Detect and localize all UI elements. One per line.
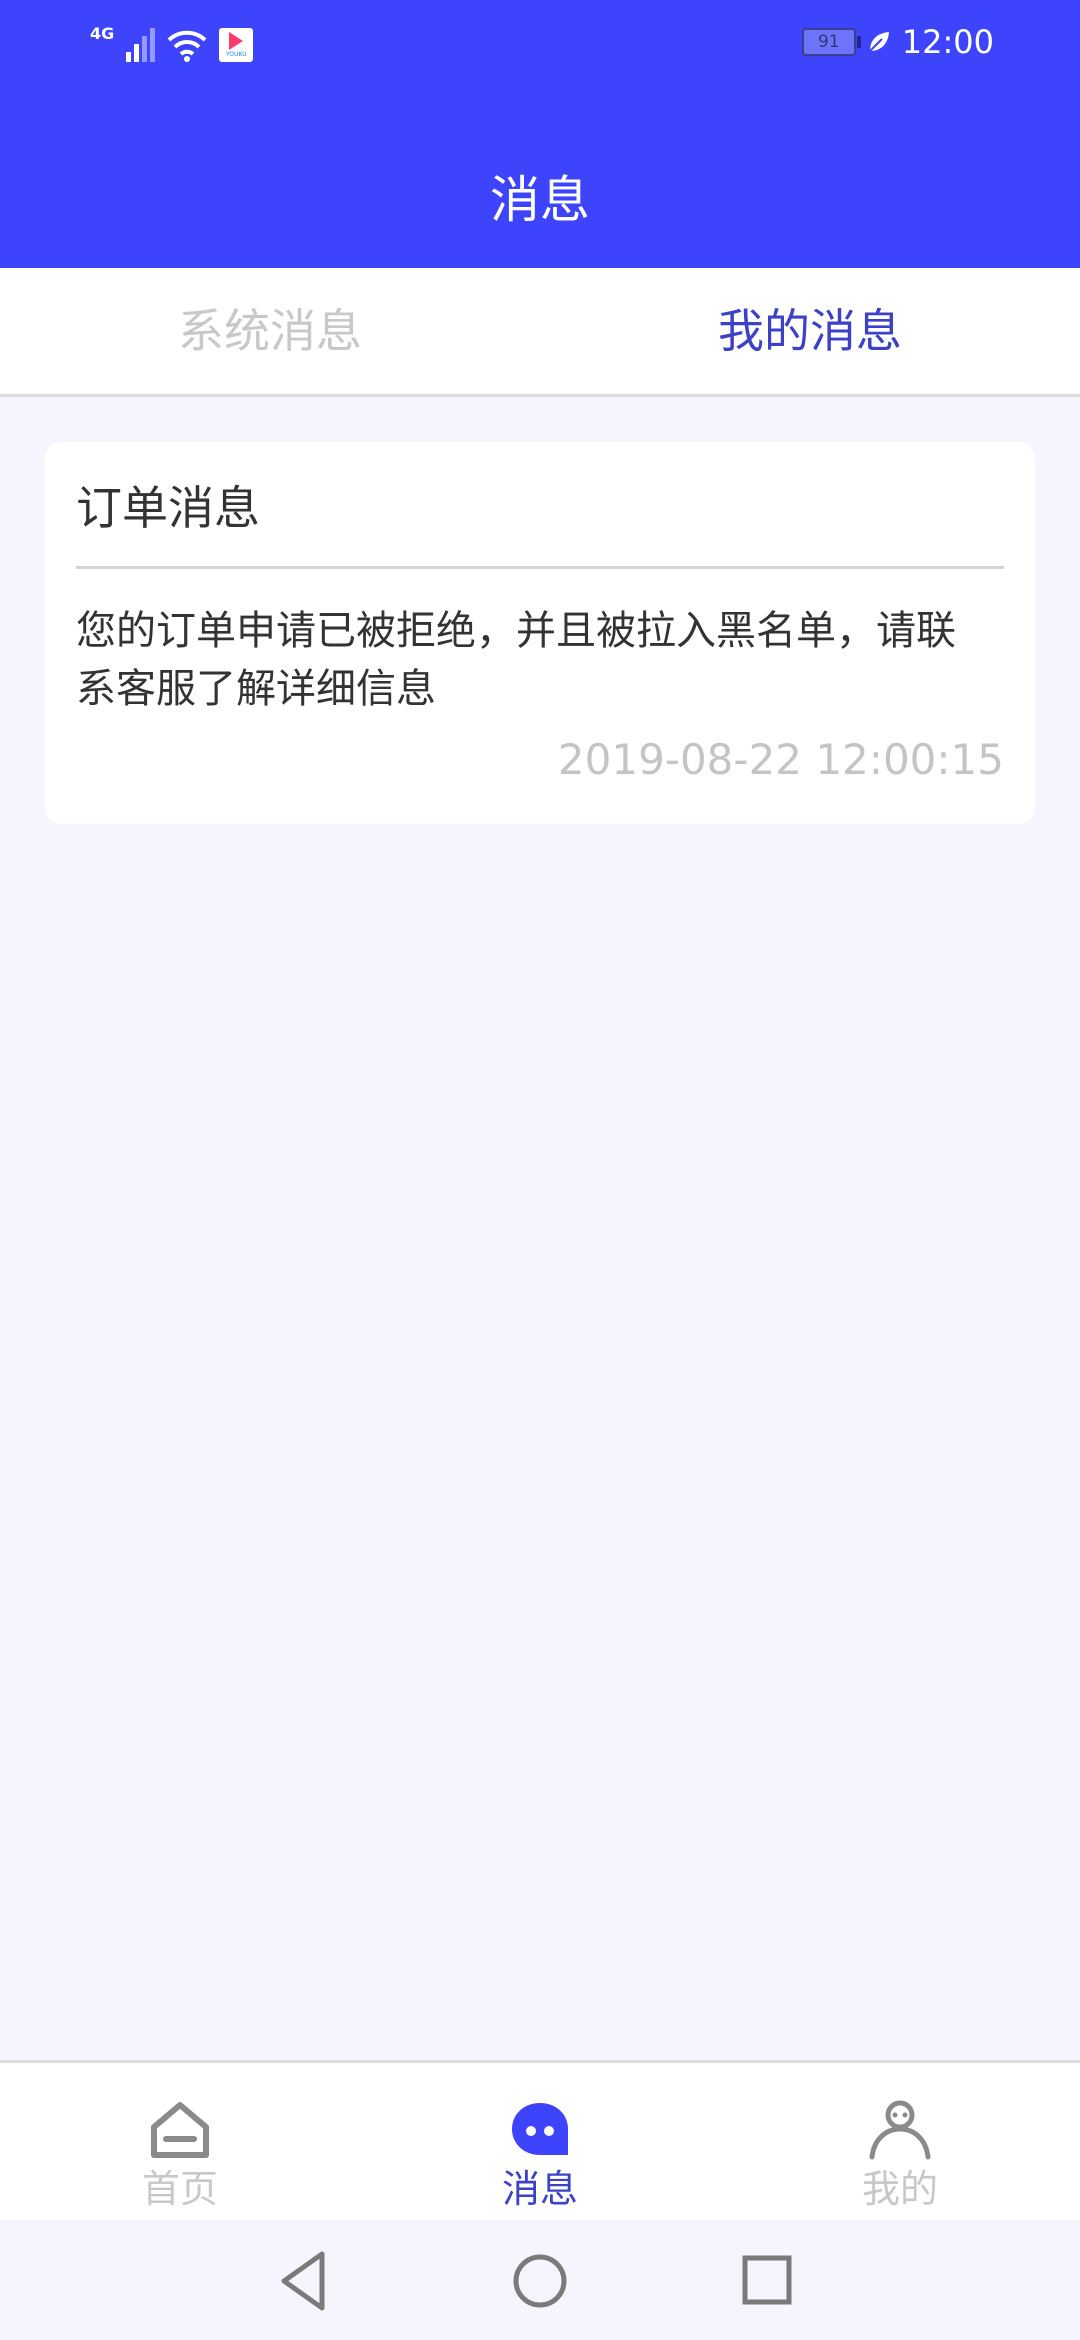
message-card[interactable]: 订单消息 您的订单申请已被拒绝，并且被拉入黑名单，请联系客服了解详细信息 201… [45,442,1035,824]
message-tabs: 系统消息 我的消息 [0,268,1080,397]
signal-icon [126,28,156,62]
home-icon [151,2102,209,2158]
home-circle-icon[interactable] [505,2246,575,2316]
message-title: 订单消息 [76,481,260,535]
system-nav-bar [0,2220,1080,2340]
status-time: 12:00 [901,23,994,61]
nav-item-profile[interactable]: 我的 [720,2063,1080,2223]
network-type: 4G [90,24,115,43]
page-title: 消息 [490,171,590,229]
back-icon[interactable] [270,2246,340,2316]
tab-my-messages[interactable]: 我的消息 [540,268,1080,394]
recents-icon[interactable] [733,2246,803,2316]
status-right: 91 12:00 [801,20,994,64]
status-left: 4G YOUKU [90,22,254,62]
message-bubble-icon [512,2103,568,2155]
status-bar: 4G YOUKU 91 12:00 [0,0,1080,84]
battery-icon: 91 [801,28,861,56]
person-icon [869,2100,931,2160]
nav-item-home[interactable]: 首页 [0,2063,360,2223]
message-body: 您的订单申请已被拒绝，并且被拉入黑名单，请联系客服了解详细信息 [76,608,956,712]
nav-item-messages[interactable]: 消息 [360,2063,720,2223]
wifi-icon [167,30,207,62]
nav-label-messages: 消息 [501,2167,578,2211]
nav-label-profile: 我的 [861,2167,938,2211]
bottom-nav: 首页 消息 我的 [0,2060,1080,2223]
nav-label-home: 首页 [141,2167,218,2211]
youku-app-icon: YOUKU [219,28,254,62]
message-timestamp: 2019-08-22 12:00:15 [557,735,1004,784]
card-divider [76,566,1004,569]
app-header: 4G YOUKU 91 12:00 消息 [0,0,1080,268]
tab-system-messages[interactable]: 系统消息 [0,268,540,394]
leaf-icon [869,32,889,52]
